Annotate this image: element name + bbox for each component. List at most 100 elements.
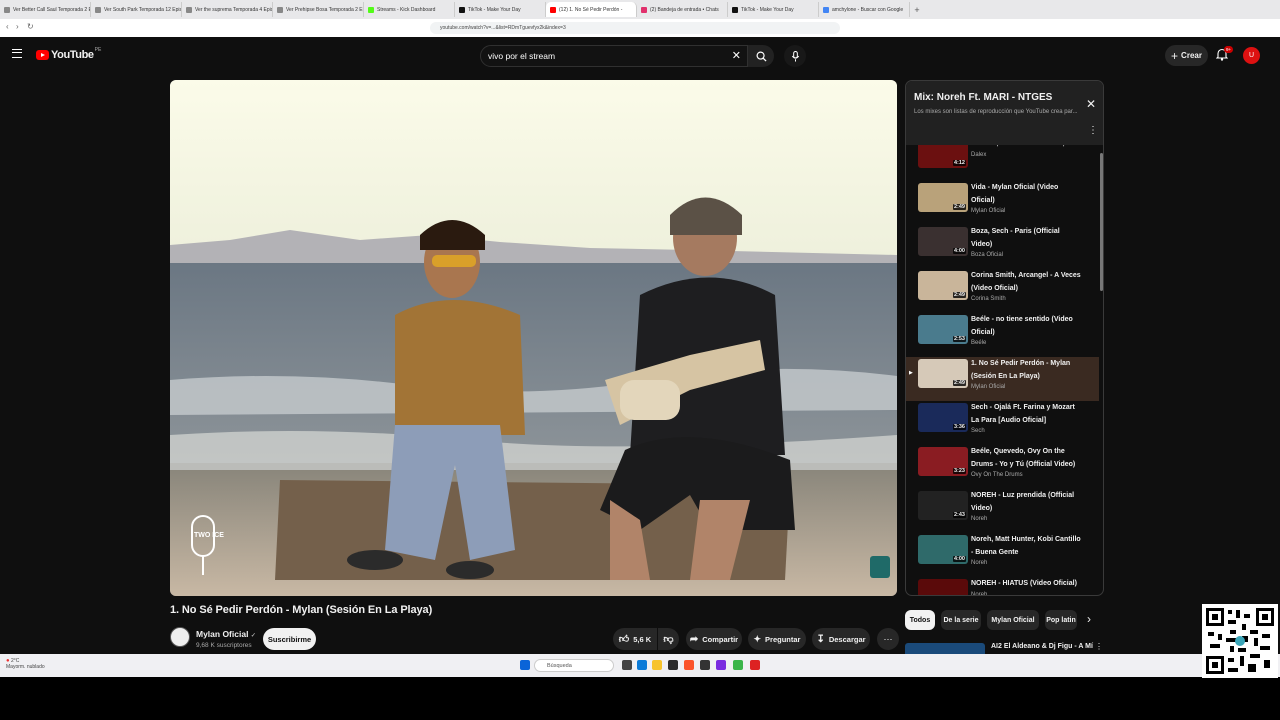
playlist-item-thumbnail: 2:53 xyxy=(918,315,968,344)
task-view-icon[interactable] xyxy=(622,660,632,670)
new-tab-button[interactable]: + xyxy=(910,5,924,15)
duration-badge: 2:53 xyxy=(952,336,966,342)
weather-widget[interactable]: ● 2°C Mayorm. nublado xyxy=(6,658,45,670)
ask-button[interactable]: ✦ Preguntar xyxy=(748,628,806,650)
browser-tab[interactable]: Ver Prehipse Bosa Temporada 2 Episo... xyxy=(273,2,364,17)
taskbar-search-placeholder: Búsqueda xyxy=(547,662,572,669)
hamburger-menu-icon[interactable] xyxy=(12,49,22,58)
more-vert-icon[interactable]: ⋮ xyxy=(1095,642,1103,651)
browser-tab[interactable]: Ver South Park Temporada 12 Episo... xyxy=(91,2,182,17)
file-explorer-icon[interactable] xyxy=(652,660,662,670)
video-player[interactable]: TWO ICE xyxy=(170,80,897,596)
playlist-item-channel: Corina Smith xyxy=(971,296,1006,302)
playlist-item[interactable]: 2:49 Vida - Mylan Oficial (Video Oficial)… xyxy=(906,181,1099,225)
subscribe-button[interactable]: Suscribirme xyxy=(263,628,316,650)
more-actions-button[interactable]: ⋯ xyxy=(877,628,899,650)
app-icon[interactable] xyxy=(700,660,710,670)
playlist-item[interactable]: 4:00 Noreh, Matt Hunter, Kobi Cantillo - … xyxy=(906,533,1099,577)
weather-text: Mayorm. nublado xyxy=(6,664,45,670)
duration-badge: 2:43 xyxy=(952,512,966,518)
app-icon[interactable] xyxy=(716,660,726,670)
plus-icon: + xyxy=(1171,48,1179,63)
reload-icon[interactable]: ↻ xyxy=(27,22,34,31)
duration-badge: 4:00 xyxy=(952,248,966,254)
more-vert-icon[interactable]: ⋮ xyxy=(1088,125,1098,136)
chip-todos[interactable]: Todos xyxy=(905,610,935,630)
browser-tab[interactable]: TikTok - Make Your Day xyxy=(728,2,819,17)
channel-avatar[interactable] xyxy=(170,627,190,647)
dislike-button[interactable]: 👎︎ xyxy=(658,628,679,650)
playlist-item[interactable]: 2:43 NOREH - Luz prendida (Official Video… xyxy=(906,489,1099,533)
playlist-item[interactable]: 3:36 Sech - Ojalá Ft. Farina y Mozart La … xyxy=(906,401,1099,445)
playlist-scrollbar[interactable] xyxy=(1100,153,1103,291)
sparkle-icon: ✦ xyxy=(753,633,762,644)
playlist-item-channel: Noreh xyxy=(971,591,988,596)
playlist-item-channel: Sech xyxy=(971,428,985,434)
browser-tab[interactable]: (12) 1. No Sé Pedir Perdón - xyxy=(546,2,637,17)
playlist-item-channel: Dalex xyxy=(971,151,987,158)
duration-badge: 4:12 xyxy=(952,160,966,166)
search-button[interactable] xyxy=(748,45,774,67)
app-icon[interactable] xyxy=(668,660,678,670)
back-icon[interactable]: ‹ xyxy=(6,22,9,31)
search-box: ✕ xyxy=(480,45,748,67)
ask-label: Preguntar xyxy=(765,634,801,644)
tab-label: TikTok - Make Your Day xyxy=(741,6,794,13)
youtube-play-icon xyxy=(36,50,49,60)
recommendation-item[interactable]: AI2 El Aldeano & Dj Figu - A Mí ⋮ xyxy=(905,640,1104,654)
chip-pop-latin[interactable]: Pop latin xyxy=(1045,610,1077,630)
download-button[interactable]: ↧ Descargar xyxy=(812,628,870,650)
browser-tab[interactable]: TikTok - Make Your Day xyxy=(455,2,546,17)
playlist-item-title: NOREH - HIATUS (Video Oficial) xyxy=(971,580,1077,587)
like-button[interactable]: 👍︎ 5,6 K xyxy=(613,628,657,650)
browser-tab[interactable]: (2) Bandeja de entrada • Chats xyxy=(637,2,728,17)
account-avatar[interactable]: U xyxy=(1243,47,1260,64)
app-icon[interactable] xyxy=(750,660,760,670)
edge-icon[interactable] xyxy=(637,660,647,670)
playlist-item[interactable]: 2:49 Corina Smith, Arcangel - A Veces (Vi… xyxy=(906,269,1099,313)
share-button[interactable]: ➦ Compartir xyxy=(686,628,742,650)
playlist-item[interactable]: 3:23 Beéle, Quevedo, Ovy On the Drums - Y… xyxy=(906,445,1099,489)
tab-label: Ver the suprema Temporada 4 Episo... xyxy=(195,6,273,13)
tab-favicon-icon xyxy=(368,6,374,13)
clear-search-icon[interactable]: ✕ xyxy=(732,49,741,62)
playlist-item-channel: Mylan Oficial xyxy=(971,384,1006,390)
brave-icon[interactable] xyxy=(684,660,694,670)
forward-icon[interactable]: › xyxy=(16,22,19,31)
playlist-item-channel: Mylan Oficial xyxy=(971,208,1006,214)
browser-tab[interactable]: Streams - Kick Dashboard xyxy=(364,2,455,17)
watermark-text: TWO ICE xyxy=(194,532,224,539)
browser-tab[interactable]: Ver Better Call Saul Temporada 2 Ep... xyxy=(0,2,91,17)
playlist-item[interactable]: ▶ 2:49 1. No Sé Pedir Perdón - Mylan (Sesi… xyxy=(906,357,1099,401)
address-bar[interactable]: youtube.com/watch?v=...&list=RDmTguevfyx… xyxy=(430,22,840,34)
more-horiz-icon: ⋯ xyxy=(883,633,893,644)
playlist-title[interactable]: Mix: Noreh Ft. MARI - NTGES xyxy=(914,92,1052,103)
playlist-item[interactable]: 3:21NOREH - HIATUS (Video Oficial) Noreh xyxy=(906,577,1099,595)
chip-mylan-oficial[interactable]: Mylan Oficial xyxy=(987,610,1039,630)
browser-tab[interactable]: Ver the suprema Temporada 4 Episo... xyxy=(182,2,273,17)
tab-favicon-icon xyxy=(550,6,556,13)
app-icon[interactable] xyxy=(733,660,743,670)
tab-label: (12) 1. No Sé Pedir Perdón - xyxy=(559,6,623,13)
close-playlist-icon[interactable]: ✕ xyxy=(1086,97,1096,111)
browser-tab[interactable]: amchylone - Buscar con Google xyxy=(819,2,910,17)
youtube-logo[interactable]: YouTube PE xyxy=(36,47,101,61)
tab-favicon-icon xyxy=(823,6,829,13)
playlist-item[interactable]: 4:12 Tavárez, Chencho Corleone,...Dalex xyxy=(906,145,1099,181)
tab-label: Ver Better Call Saul Temporada 2 Ep... xyxy=(13,6,91,13)
taskbar-search[interactable]: Búsqueda xyxy=(534,659,614,672)
qr-pattern xyxy=(1206,608,1274,674)
playlist-item[interactable]: 2:53 Beéle - no tiene sentido (Video Ofic… xyxy=(906,313,1099,357)
channel-name[interactable]: Mylan Oficial ✓ xyxy=(196,629,256,639)
subscriber-count: 9,68 K suscriptores xyxy=(196,642,252,649)
chevron-right-icon[interactable]: › xyxy=(1087,612,1091,626)
windows-start-icon[interactable] xyxy=(520,660,530,670)
download-label: Descargar xyxy=(828,634,866,644)
voice-search-button[interactable] xyxy=(784,45,806,67)
chip-de-la-serie[interactable]: De la serie xyxy=(941,610,981,630)
create-button[interactable]: + Crear xyxy=(1165,45,1208,66)
video-title: 1. No Sé Pedir Perdón - Mylan (Sesión En… xyxy=(170,604,433,616)
search-input[interactable] xyxy=(481,50,720,62)
playlist-item-thumbnail: 2:49 xyxy=(918,359,968,388)
playlist-item[interactable]: 4:00 Boza, Sech - Paris (Official Video) B… xyxy=(906,225,1099,269)
